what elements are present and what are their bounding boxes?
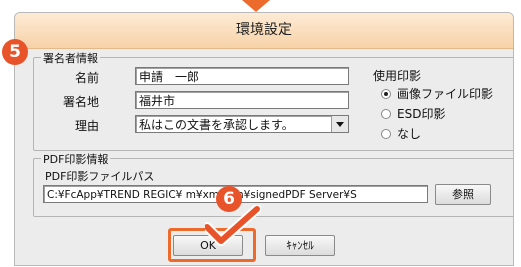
reason-select-value: 私はこの文書を承認します。 [139,118,294,132]
stamp-option-esd[interactable]: ESD印影 [381,105,445,122]
radio-unselected-icon [381,128,391,139]
settings-dialog: 環境設定 署名者情報 名前 申請 一郎 署名地 福井市 理由 私はこの文書を承認… [14,12,514,266]
radio-unselected-icon [381,108,391,119]
cancel-button-label: ｷｬﾝｾﾙ [286,239,314,252]
stamp-option-esd-label: ESD印影 [397,107,446,121]
step-5-badge: 5 [2,39,28,65]
pdf-stamp-group-label: PDF印影情報 [41,151,111,167]
stamp-group-label: 使用印影 [373,69,422,83]
stamp-option-image[interactable]: 画像ファイル印影 [381,85,493,102]
cancel-button[interactable]: ｷｬﾝｾﾙ [265,235,335,256]
name-label: 名前 [75,71,100,85]
stamp-option-none-label: なし [397,127,422,141]
place-field[interactable]: 福井市 [135,91,349,109]
check-pointer-icon [205,205,261,246]
radio-selected-icon [381,88,391,99]
step-arrow-indicator [242,0,270,12]
browse-button[interactable]: 参照 [435,184,491,205]
dialog-titlebar: 環境設定 [15,13,513,49]
signer-info-group-label: 署名者情報 [41,50,100,66]
stamp-option-image-label: 画像ファイル印影 [397,87,494,101]
name-field[interactable]: 申請 一郎 [135,67,349,85]
place-label: 署名地 [63,95,100,109]
stamp-option-none[interactable]: なし [381,125,421,142]
dialog-title: 環境設定 [236,22,292,38]
reason-label: 理由 [75,119,100,133]
pdf-path-label: PDF印影ファイルパス [45,170,155,183]
browse-button-label: 参照 [452,188,474,201]
reason-select[interactable]: 私はこの文書を承認します。 [135,115,349,133]
chevron-down-icon[interactable] [331,116,348,132]
